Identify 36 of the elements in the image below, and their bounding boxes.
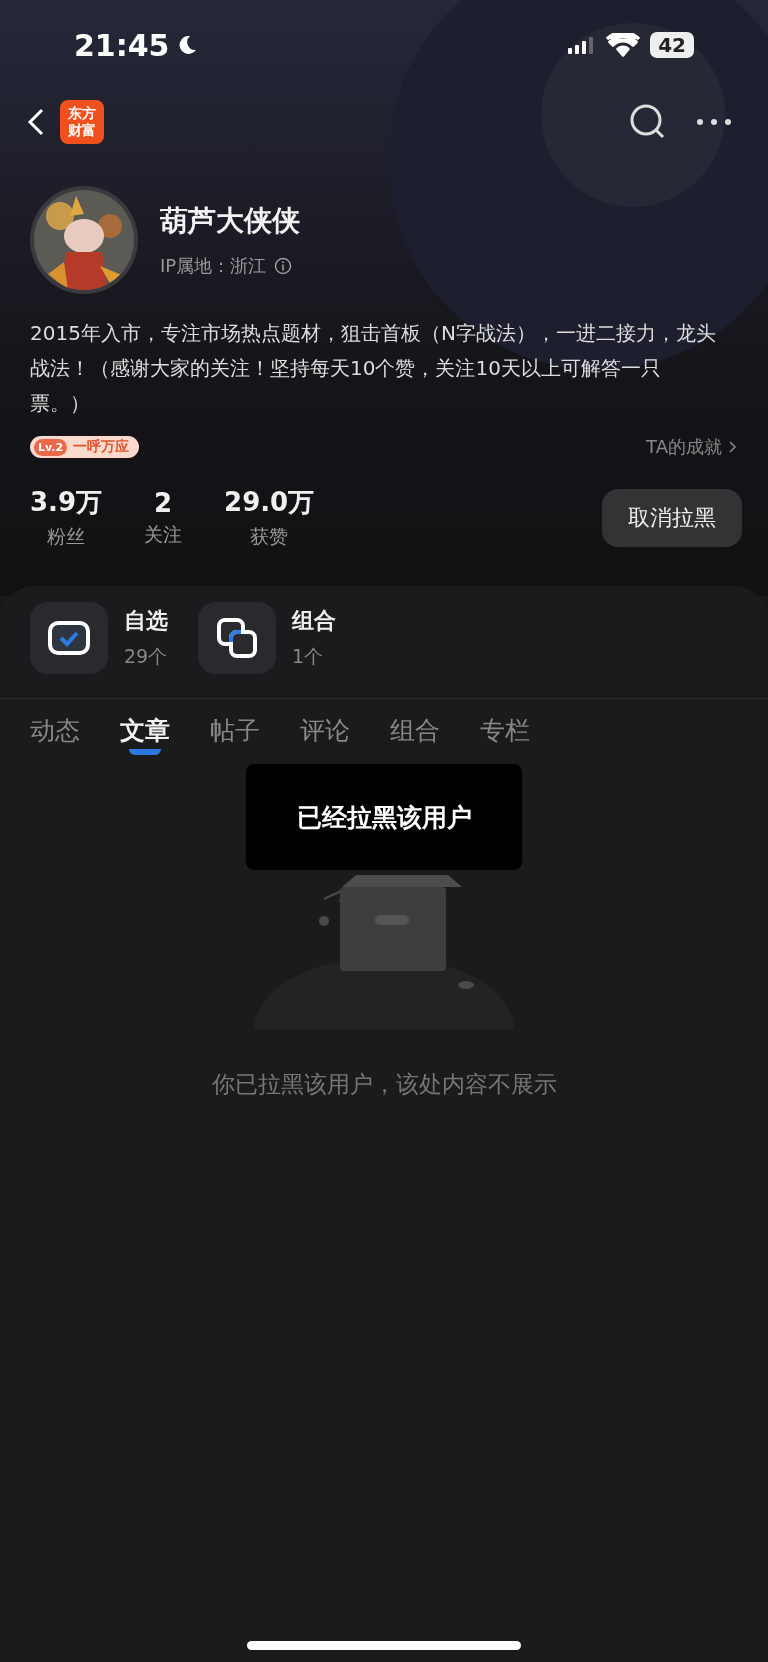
wifi-icon xyxy=(606,33,641,57)
level-tag: Lv.2 xyxy=(34,438,68,456)
app-logo: 东方 财富 xyxy=(60,100,104,144)
shortcut-count: 29个 xyxy=(124,644,168,669)
content-tab[interactable]: 文章 xyxy=(120,715,170,759)
stat-label: 粉丝 xyxy=(47,524,86,549)
stat-value: 29.0万 xyxy=(224,486,315,519)
chevron-right-icon xyxy=(728,440,738,454)
stat-value: 3.9万 xyxy=(30,486,103,519)
content-tab[interactable]: 组合 xyxy=(390,715,440,759)
empty-message: 你已拉黑该用户，该处内容不展示 xyxy=(211,1070,557,1099)
content-tab[interactable]: 评论 xyxy=(300,715,350,759)
checkbox-icon[interactable] xyxy=(30,602,108,674)
back-icon[interactable] xyxy=(26,107,46,137)
ip-location: IP属地：浙江 xyxy=(160,254,267,278)
badge-title: 一呼万应 xyxy=(73,438,130,456)
shortcut-title: 自选 xyxy=(124,607,168,635)
level-badge[interactable]: Lv.2 一呼万应 xyxy=(30,436,140,458)
blocked-toast: 已经拉黑该用户 xyxy=(246,764,522,870)
more-icon[interactable] xyxy=(696,117,732,127)
achievements-link[interactable]: TA的成就 xyxy=(646,435,738,459)
shortcut-title: 组合 xyxy=(292,607,336,635)
info-icon[interactable] xyxy=(274,257,293,275)
overlap-squares-icon[interactable] xyxy=(198,602,276,674)
content-tab[interactable]: 帖子 xyxy=(210,715,260,759)
stat-label: 获赞 xyxy=(250,524,289,549)
status-time: 21:45 xyxy=(74,27,170,63)
unblock-button[interactable]: 取消拉黑 xyxy=(602,488,742,547)
shortcut-count: 1个 xyxy=(292,644,325,669)
stat-label: 关注 xyxy=(144,521,183,547)
content-tab[interactable]: 动态 xyxy=(30,715,80,759)
user-name: 葫芦大侠侠 xyxy=(160,203,300,239)
battery-icon: 42 xyxy=(650,32,694,58)
user-bio: 2015年入市，专注市场热点题材，狙击首板（N字战法），一进二接力，龙头战法！（感谢大家的关注！坚持每天10个赞，关注10天以上可解答一只票。） xyxy=(30,320,717,417)
content-tab[interactable]: 专栏 xyxy=(480,715,530,759)
stat-value: 2 xyxy=(154,487,173,518)
